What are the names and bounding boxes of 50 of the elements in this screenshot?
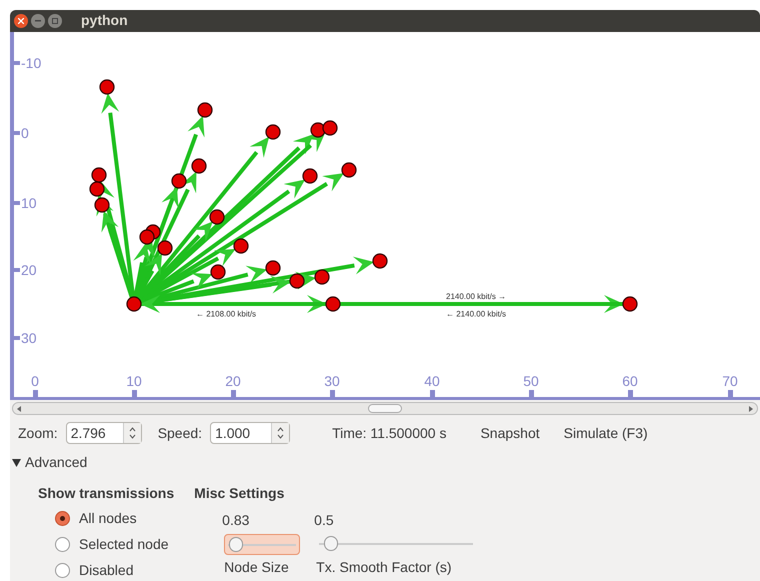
spin-field[interactable]: 2.796: [66, 422, 142, 444]
radio-option[interactable]: Disabled: [55, 560, 174, 581]
slider-reading: 0.83: [222, 511, 250, 530]
spin-field[interactable]: 1.000: [210, 422, 290, 444]
axis-tick-label: -10: [21, 54, 42, 71]
toolbar-button[interactable]: Simulate (F3): [564, 422, 648, 444]
axis-tick-label: 70: [722, 372, 738, 389]
scroll-right-icon[interactable]: [749, 406, 753, 412]
axis-tick-label: 10: [21, 194, 37, 211]
link-label: ← 2108.00 kbit/s: [196, 309, 256, 318]
time-readout: Time: 11.500000 s: [332, 424, 446, 442]
network-canvas[interactable]: 2140.00 kbit/s → ← 2108.00 kbit/s ← 2140.00 kbit/s -10 0 10 20 30 0 10 20 30 40 50 60 70: [10, 32, 760, 400]
section-heading: Show transmissions: [38, 484, 174, 503]
horizontal-scrollbar[interactable]: [12, 402, 758, 415]
radio-button[interactable]: [55, 563, 70, 578]
link-label: 2140.00 kbit/s →: [446, 292, 506, 301]
section-heading: Misc Settings: [194, 484, 286, 503]
slider[interactable]: [224, 534, 300, 555]
close-icon[interactable]: [14, 14, 28, 28]
spin-arrows-icon[interactable]: [122, 423, 141, 443]
axis-tick-label: 30: [21, 330, 37, 346]
scrollbar-thumb[interactable]: [368, 404, 402, 414]
axis-tick-label: 30: [324, 372, 340, 389]
slider-reading: 0.5: [314, 511, 335, 530]
axis-tick-label: 60: [622, 372, 638, 389]
spin-arrows-icon[interactable]: [271, 423, 290, 443]
link-label: ← 2140.00 kbit/s: [446, 309, 506, 318]
axis-tick-label: 0: [21, 124, 29, 141]
slider-label: Node Size: [224, 558, 290, 577]
toolbar-button[interactable]: Snapshot: [480, 422, 540, 444]
axis-tick-label: 10: [126, 372, 142, 389]
radio-button[interactable]: [55, 537, 70, 552]
radio-button[interactable]: [55, 511, 70, 526]
axis-tick-label: 40: [424, 372, 440, 389]
slider-thumb[interactable]: [324, 536, 338, 551]
maximize-icon[interactable]: [48, 14, 62, 28]
radio-option[interactable]: All nodes: [55, 508, 174, 529]
expander-arrow-icon: [12, 458, 21, 466]
slider-thumb[interactable]: [228, 537, 243, 552]
radio-option[interactable]: Selected node: [55, 534, 174, 555]
field-label: Speed:: [158, 424, 202, 443]
axis-tick-label: 20: [21, 262, 37, 278]
axis-tick-label: 50: [523, 372, 539, 389]
slider-label: Tx. Smooth Factor (s): [316, 558, 453, 577]
axis-tick-label: 20: [225, 372, 241, 389]
advanced-expander[interactable]: Advanced: [12, 452, 88, 473]
scroll-left-icon[interactable]: [17, 406, 21, 412]
field-label: Zoom:: [18, 424, 58, 442]
window-title: python: [81, 11, 128, 30]
axis-tick-label: 0: [31, 372, 39, 389]
